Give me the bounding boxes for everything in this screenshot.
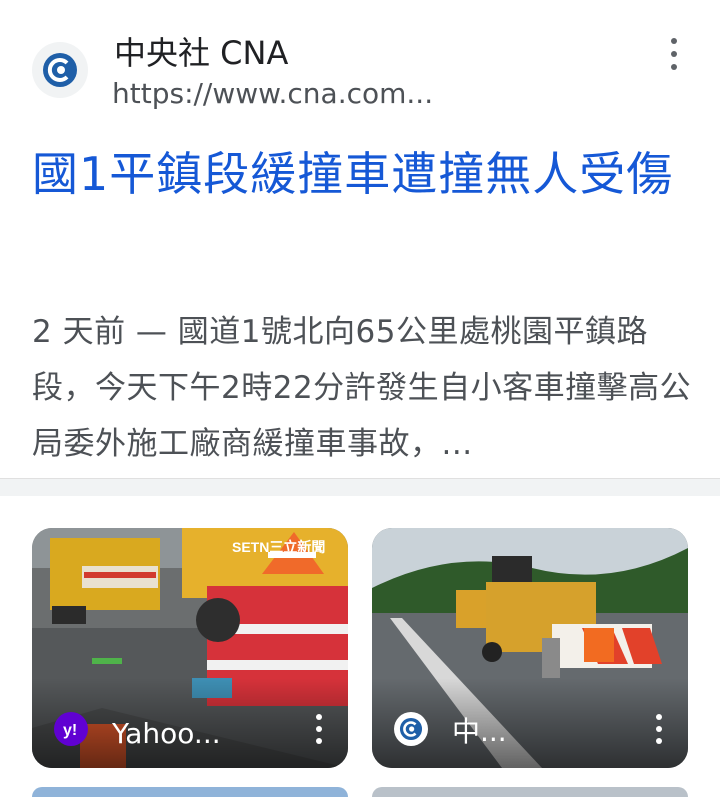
site-url: https://www.cna.com... <box>112 77 434 110</box>
image-results: SETN三立新聞 y! Yahoo... 中... <box>0 496 720 797</box>
more-vert-icon[interactable] <box>654 714 664 744</box>
image-card[interactable]: SETN三立新聞 y! Yahoo... <box>32 528 348 768</box>
result-source[interactable]: 中央社 CNA https://www.cna.com... <box>32 22 696 112</box>
yahoo-logo-icon: y! <box>54 712 88 746</box>
image-card-next-row[interactable] <box>372 787 688 797</box>
svg-text:y!: y! <box>63 722 77 739</box>
image-source-label: 中... <box>452 715 507 748</box>
image-card[interactable]: 中... <box>372 528 688 768</box>
result-title-link[interactable]: 國1平鎮段緩撞車遭撞無人受傷 <box>32 142 700 206</box>
more-vert-icon[interactable] <box>666 38 682 70</box>
site-name: 中央社 CNA <box>114 34 289 72</box>
search-result: 中央社 CNA https://www.cna.com... 國1平鎮段緩撞車遭… <box>0 0 720 478</box>
result-snippet: 2 天前 — 國道1號北向65公里處桃園平鎮路段，今天下午2時22分許發生自小客… <box>32 314 692 462</box>
section-divider <box>0 478 720 496</box>
cna-logo-icon <box>394 712 428 746</box>
image-card-next-row[interactable] <box>32 787 348 797</box>
more-vert-icon[interactable] <box>314 714 324 744</box>
image-watermark: SETN三立新聞 <box>232 539 325 555</box>
image-source-label: Yahoo... <box>112 717 221 750</box>
cna-logo-icon <box>32 42 88 98</box>
